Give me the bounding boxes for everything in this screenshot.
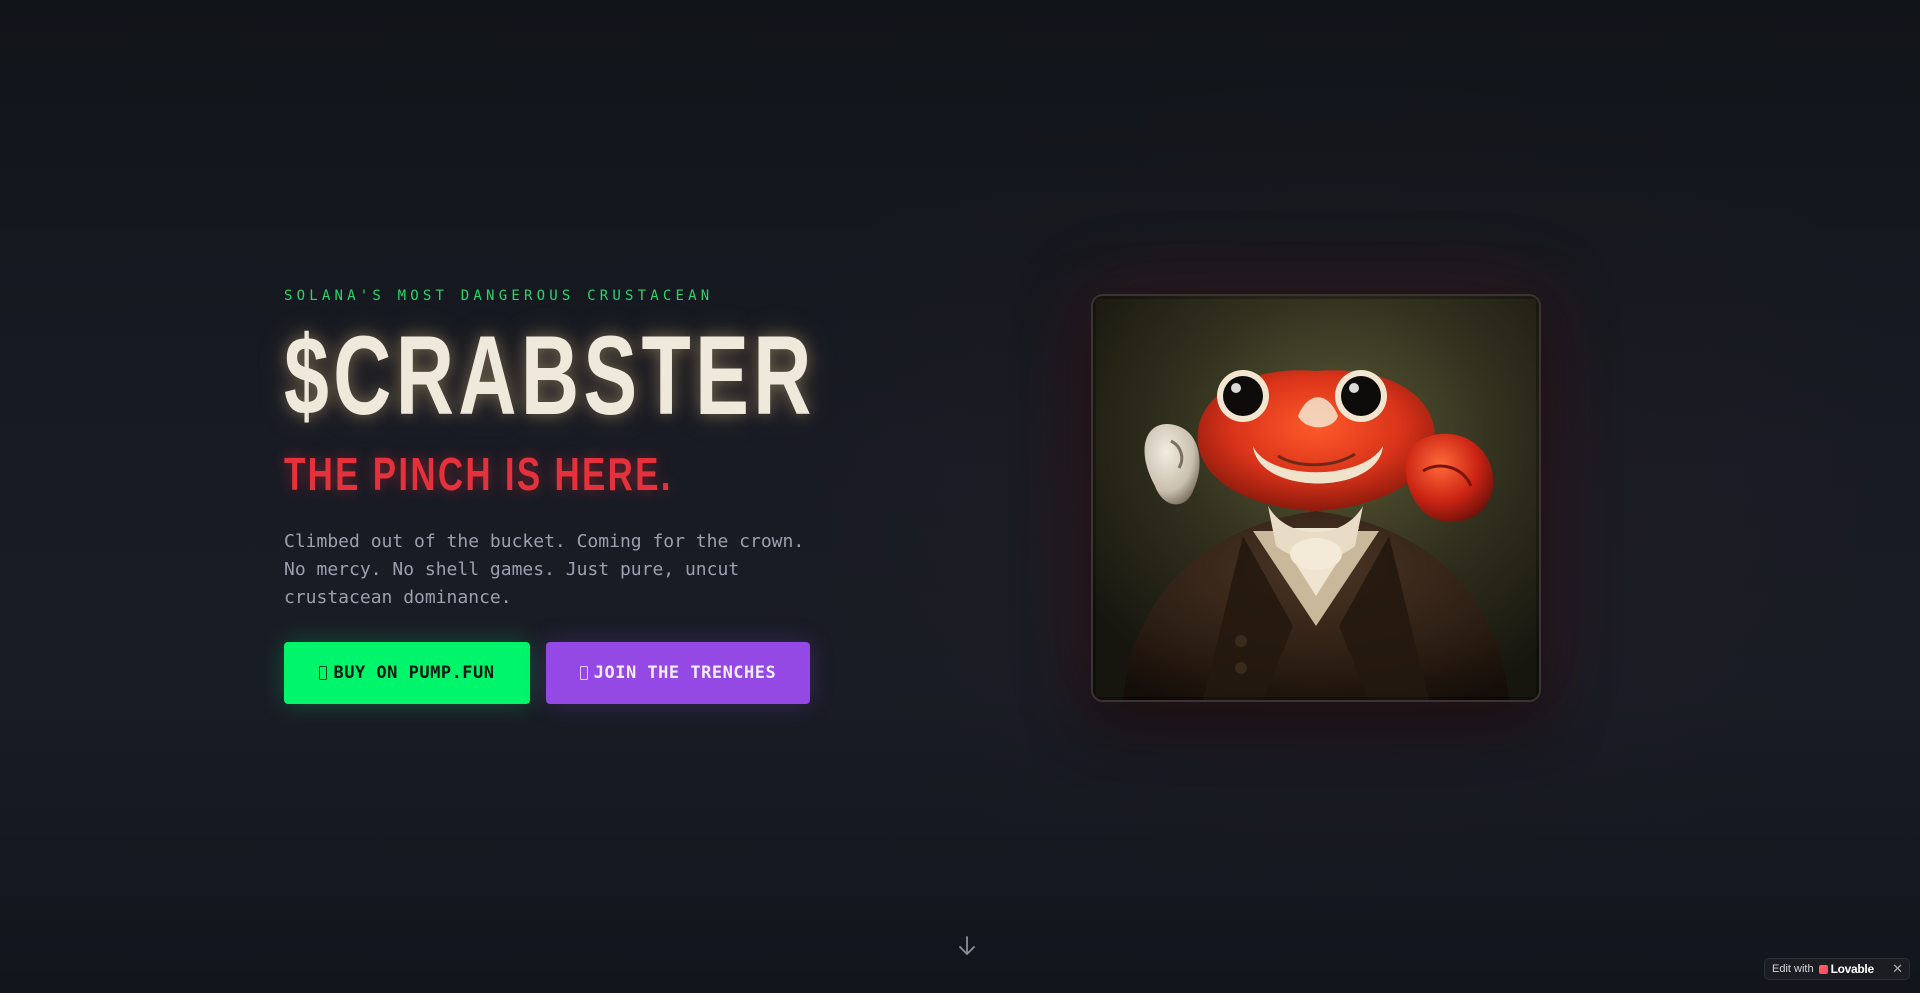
badge-edit-label: Edit with [1772,963,1814,975]
crabster-portrait-image [1091,294,1541,702]
hero-buttons: BUY ON PUMP.FUN JOIN THE TRENCHES [284,642,844,704]
hero-description-line: Climbed out of the bucket. Coming for th… [284,531,805,552]
crab-frog-illustration [1093,296,1539,700]
hero-description-line: crustacean dominance. [284,587,512,608]
hero-content: SOLANA'S MOST DANGEROUS CRUSTACEAN $CRAB… [284,286,844,704]
buy-button-label: BUY ON PUMP.FUN [333,663,495,683]
hero-title: $CRABSTER [284,313,816,438]
external-glyph-icon [319,666,328,680]
external-glyph-icon [579,666,588,680]
arrow-down-icon[interactable] [956,934,978,958]
join-button-label: JOIN THE TRENCHES [593,663,777,683]
join-the-trenches-button[interactable]: JOIN THE TRENCHES [546,642,810,704]
buy-on-pumpfun-button[interactable]: BUY ON PUMP.FUN [284,642,530,704]
hero-description-line: No mercy. No shell games. Just pure, unc… [284,559,740,580]
edit-with-lovable-badge[interactable]: Edit with Lovable ✕ [1764,958,1910,980]
close-icon[interactable]: ✕ [1892,961,1903,977]
hero-subtitle: THE PINCH IS HERE. [284,448,673,500]
hero-description: Climbed out of the bucket. Coming for th… [284,528,805,612]
lovable-logo-icon [1818,964,1828,974]
badge-brand-label: Lovable [1830,962,1875,976]
hero-eyebrow: SOLANA'S MOST DANGEROUS CRUSTACEAN [284,288,714,304]
